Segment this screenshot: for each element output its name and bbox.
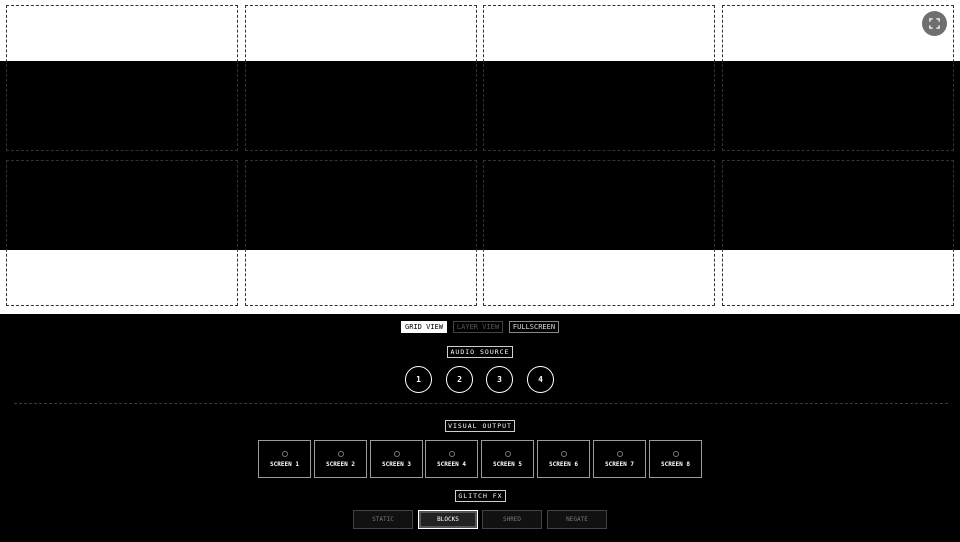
grid-cell-1[interactable] <box>6 5 238 151</box>
status-dot <box>616 450 623 457</box>
screen-4-button[interactable]: SCREEN 4 <box>425 440 478 478</box>
glitch-fx-label: GLITCH FX <box>455 490 506 502</box>
fx-blocks-button[interactable]: BLOCKS <box>418 510 478 529</box>
screen-1-button[interactable]: SCREEN 1 <box>258 440 311 478</box>
screen-label: SCREEN 1 <box>270 460 299 468</box>
control-panel: GRID VIEW LAYER VIEW FULLSCREEN AUDIO SO… <box>0 314 960 542</box>
fullscreen-button[interactable]: FULLSCREEN <box>509 321 559 333</box>
screen-6-button[interactable]: SCREEN 6 <box>537 440 590 478</box>
preview-grid <box>0 0 960 314</box>
status-dot <box>281 450 288 457</box>
layer-view-button[interactable]: LAYER VIEW <box>453 321 503 333</box>
grid-cell-7[interactable] <box>483 160 715 306</box>
fx-static-button[interactable]: STATIC <box>353 510 413 529</box>
screen-5-button[interactable]: SCREEN 5 <box>481 440 534 478</box>
status-dot <box>337 450 344 457</box>
audio-source-label: AUDIO SOURCE <box>447 346 513 358</box>
fullscreen-toggle-button[interactable] <box>922 11 947 36</box>
grid-cell-4[interactable] <box>722 5 954 151</box>
grid-view-button[interactable]: GRID VIEW <box>401 321 447 333</box>
audio-source-4-button[interactable]: 4 <box>527 366 554 393</box>
visual-output-label: VISUAL OUTPUT <box>445 420 515 432</box>
screen-label: SCREEN 8 <box>661 460 690 468</box>
audio-source-3-button[interactable]: 3 <box>486 366 513 393</box>
screen-label: SCREEN 7 <box>605 460 634 468</box>
status-dot <box>393 450 400 457</box>
grid-cell-3[interactable] <box>483 5 715 151</box>
audio-source-2-button[interactable]: 2 <box>446 366 473 393</box>
fx-shred-button[interactable]: SHRED <box>482 510 542 529</box>
screen-8-button[interactable]: SCREEN 8 <box>649 440 702 478</box>
status-dot <box>504 450 511 457</box>
screen-label: SCREEN 5 <box>493 460 522 468</box>
screen-label: SCREEN 2 <box>326 460 355 468</box>
grid-cell-2[interactable] <box>245 5 477 151</box>
expand-icon <box>929 18 940 29</box>
screen-label: SCREEN 4 <box>437 460 466 468</box>
fx-negate-button[interactable]: NEGATE <box>547 510 607 529</box>
screen-3-button[interactable]: SCREEN 3 <box>370 440 423 478</box>
section-divider <box>14 403 948 404</box>
screen-label: SCREEN 6 <box>549 460 578 468</box>
grid-cell-8[interactable] <box>722 160 954 306</box>
status-dot <box>672 450 679 457</box>
status-dot <box>560 450 567 457</box>
screen-2-button[interactable]: SCREEN 2 <box>314 440 367 478</box>
screen-label: SCREEN 3 <box>382 460 411 468</box>
audio-source-1-button[interactable]: 1 <box>405 366 432 393</box>
screen-7-button[interactable]: SCREEN 7 <box>593 440 646 478</box>
status-dot <box>448 450 455 457</box>
grid-cell-6[interactable] <box>245 160 477 306</box>
grid-cell-5[interactable] <box>6 160 238 306</box>
